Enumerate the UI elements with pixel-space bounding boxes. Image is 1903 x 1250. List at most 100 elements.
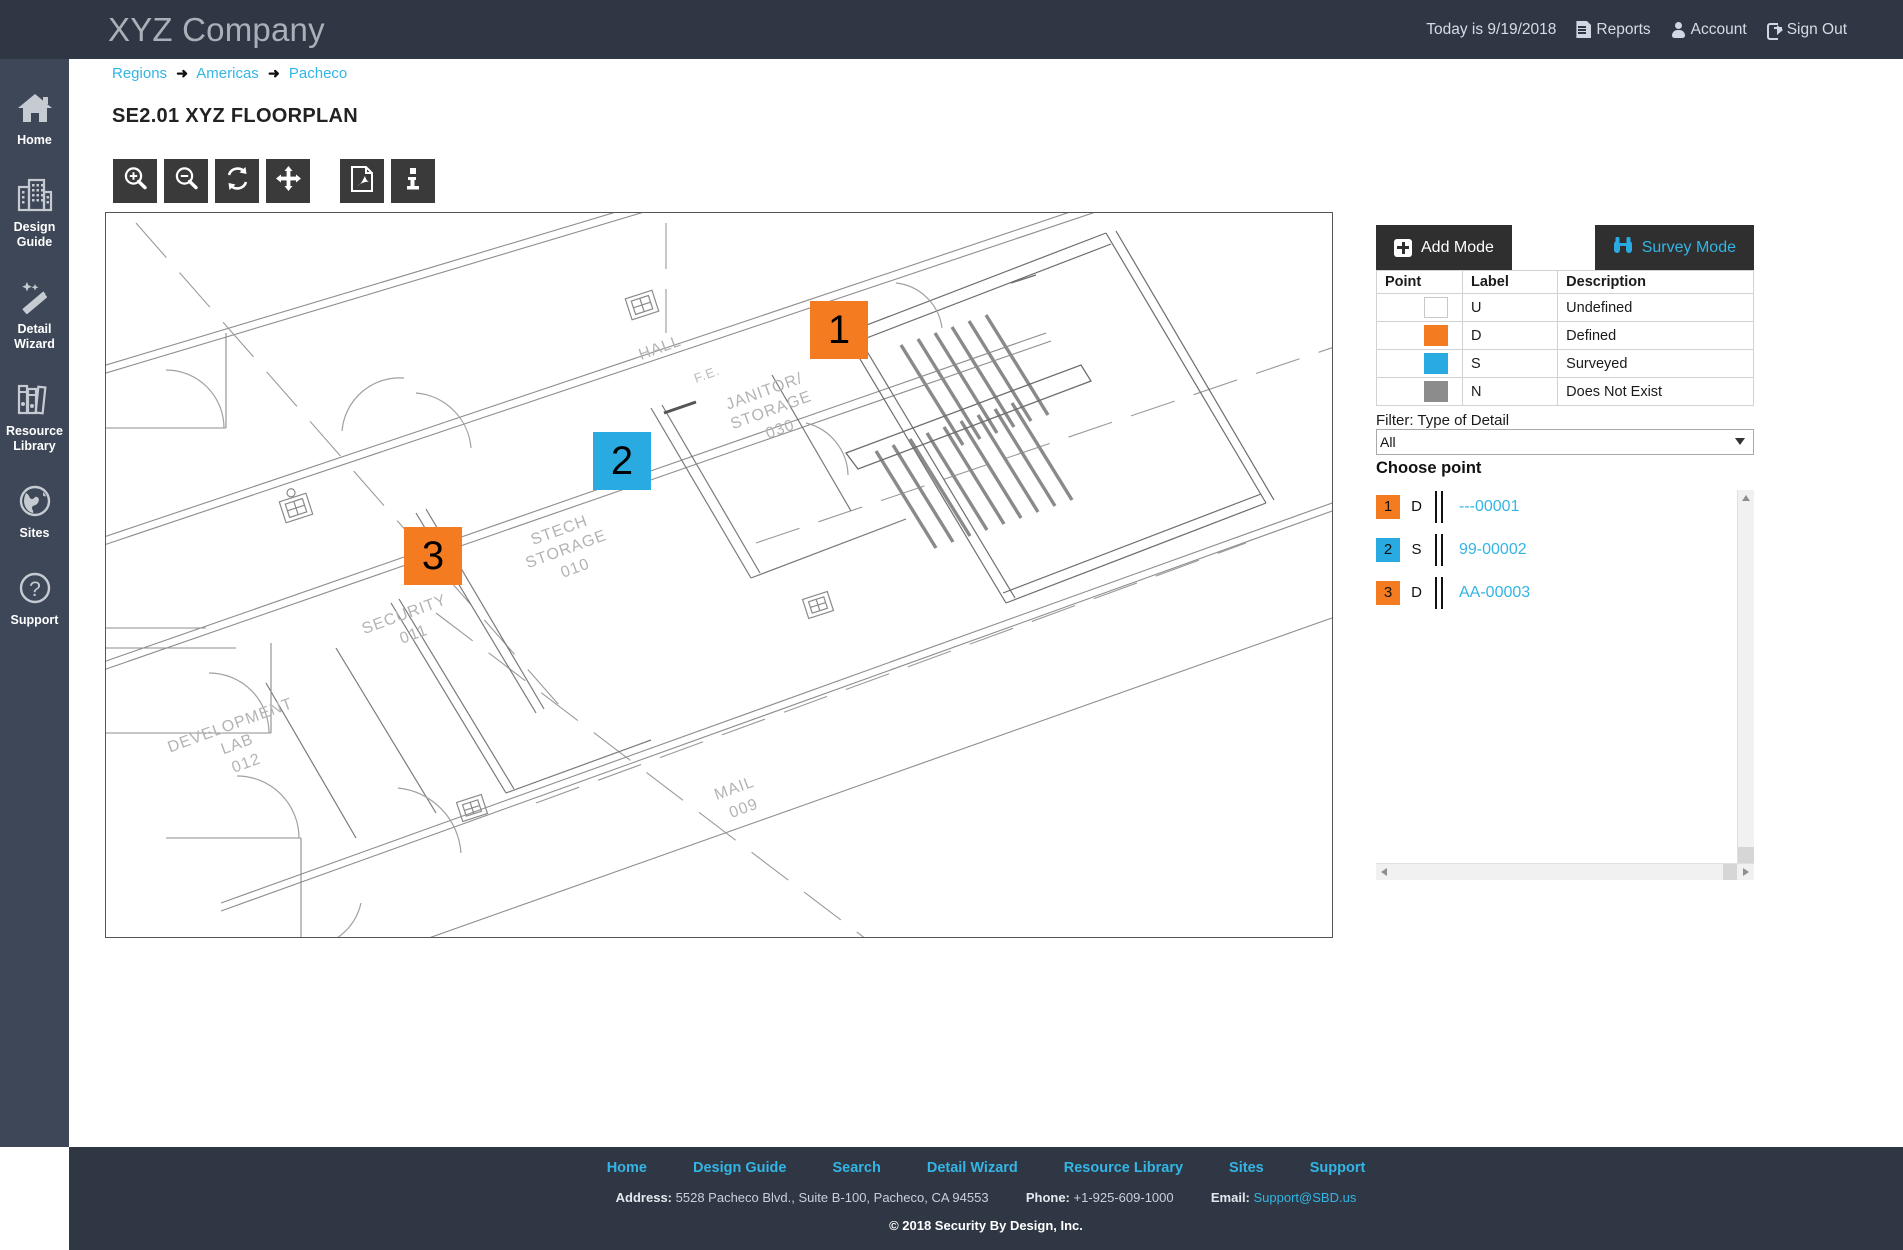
left-sidebar: Home Design Guide Detail Wizard Resource… <box>0 59 69 1147</box>
pan-move-button[interactable] <box>266 159 310 203</box>
breadcrumb-arrow-icon: ➜ <box>176 65 188 81</box>
list-item[interactable]: 1 D ---00001 <box>1376 490 1754 523</box>
footer-link-resource-library[interactable]: Resource Library <box>1064 1160 1183 1176</box>
sign-out-icon <box>1766 21 1783 40</box>
point-badge-1: 1 <box>1376 494 1400 519</box>
add-mode-button[interactable]: Add Mode <box>1376 225 1512 270</box>
footer-email-link[interactable]: Support@SBD.us <box>1254 1190 1357 1205</box>
sign-out-link[interactable]: Sign Out <box>1766 21 1847 40</box>
sidebar-label-resource-library: Resource Library <box>6 424 63 453</box>
point-legend-table: Point Label Description U Undefined D De… <box>1376 270 1754 406</box>
footer-link-design-guide[interactable]: Design Guide <box>693 1160 786 1176</box>
sidebar-item-design-guide[interactable]: Design Guide <box>0 178 69 250</box>
building-icon <box>16 178 54 216</box>
floorplan-canvas[interactable]: HALL F.E. JANITOR/ STORAGE 030 STECH STO… <box>105 212 1333 938</box>
point-list[interactable]: 1 D ---00001 2 S 99-00002 3 D AA-00003 <box>1376 490 1754 880</box>
legend-label-s: S <box>1461 349 1559 378</box>
footer-link-home[interactable]: Home <box>607 1160 647 1176</box>
room-number-011: 011 <box>398 622 431 648</box>
legend-description-n: Does Not Exist <box>1557 377 1754 406</box>
mode-buttons: Add Mode Survey Mode <box>1376 225 1754 270</box>
footer-link-support[interactable]: Support <box>1310 1160 1366 1176</box>
sidebar-item-support[interactable]: ? Support <box>0 571 69 628</box>
filter-type-of-detail-select[interactable]: All <box>1376 429 1754 455</box>
room-label-hall: HALL <box>637 333 684 364</box>
list-item[interactable]: 3 D AA-00003 <box>1376 576 1754 609</box>
books-icon <box>16 382 54 420</box>
room-number-009: 009 <box>727 796 761 822</box>
move-icon <box>275 165 302 197</box>
footer-link-search[interactable]: Search <box>832 1160 880 1176</box>
breadcrumb-item-pacheco[interactable]: Pacheco <box>289 65 347 82</box>
survey-mode-button[interactable]: Survey Mode <box>1594 225 1754 270</box>
survey-mode-label: Survey Mode <box>1641 238 1736 256</box>
swatch-defined <box>1424 325 1448 346</box>
zoom-out-button[interactable] <box>164 159 208 203</box>
sidebar-item-resource-library[interactable]: Resource Library <box>0 382 69 454</box>
document-icon <box>1576 21 1592 38</box>
point-badge-3: 3 <box>1376 580 1400 605</box>
home-icon <box>16 91 54 129</box>
point-list-horizontal-scrollbar[interactable] <box>1376 863 1754 880</box>
floorplan-marker-2[interactable]: 2 <box>593 432 651 490</box>
footer-phone-label: Phone: <box>1025 1190 1070 1205</box>
legend-swatch-cell <box>1376 321 1463 350</box>
legend-header-description: Description <box>1557 270 1754 294</box>
floorplan-toolbar <box>113 159 442 203</box>
legend-description-s: Surveyed <box>1557 349 1754 378</box>
breadcrumb-item-americas[interactable]: Americas <box>196 65 259 82</box>
add-mode-label: Add Mode <box>1421 238 1494 256</box>
zoom-out-icon <box>173 165 200 197</box>
point-divider-icon <box>1433 576 1447 609</box>
footer-link-detail-wizard[interactable]: Detail Wizard <box>927 1160 1018 1176</box>
floorplan-marker-1[interactable]: 1 <box>810 301 868 359</box>
point-link-1[interactable]: ---00001 <box>1459 498 1519 516</box>
sidebar-item-home[interactable]: Home <box>0 91 69 148</box>
scroll-right-icon[interactable] <box>1743 868 1749 876</box>
sidebar-item-detail-wizard[interactable]: Detail Wizard <box>0 280 69 352</box>
legend-header-point: Point <box>1376 270 1463 294</box>
top-header-bar: XYZ Company Today is 9/19/2018 Reports A… <box>0 0 1903 59</box>
footer-phone-value: +1-925-609-1000 <box>1073 1190 1174 1205</box>
pdf-icon <box>349 165 375 198</box>
legend-swatch-cell <box>1376 293 1463 322</box>
legend-swatch-cell <box>1376 349 1463 378</box>
sidebar-label-design-guide: Design Guide <box>13 220 56 249</box>
horizontal-scroll-thumb[interactable] <box>1723 864 1737 880</box>
sidebar-item-sites[interactable]: Sites <box>0 484 69 541</box>
vertical-scroll-thumb[interactable] <box>1738 847 1754 863</box>
reports-label: Reports <box>1596 20 1651 38</box>
scroll-up-icon[interactable] <box>1742 495 1750 501</box>
zoom-in-button[interactable] <box>113 159 157 203</box>
filter-select-wrapper: All <box>1376 429 1754 455</box>
page-footer: Home Design Guide Search Detail Wizard R… <box>69 1147 1903 1250</box>
info-button[interactable] <box>391 159 435 203</box>
refresh-button[interactable] <box>215 159 259 203</box>
floorplan-drawing: HALL F.E. JANITOR/ STORAGE 030 STECH STO… <box>106 213 1332 937</box>
main-content: Regions ➜ Americas ➜ Pacheco SE2.01 XYZ … <box>69 59 1903 1147</box>
export-pdf-button[interactable] <box>340 159 384 203</box>
zoom-in-icon <box>122 165 149 197</box>
floorplan-marker-3[interactable]: 3 <box>404 527 462 585</box>
point-link-3[interactable]: AA-00003 <box>1459 584 1530 602</box>
refresh-icon <box>224 165 251 197</box>
reports-link[interactable]: Reports <box>1576 20 1651 39</box>
point-badge-2: 2 <box>1376 537 1400 562</box>
breadcrumb-item-regions[interactable]: Regions <box>112 65 167 82</box>
legend-description-d: Defined <box>1557 321 1754 350</box>
point-list-vertical-scrollbar[interactable] <box>1737 490 1754 863</box>
swatch-surveyed <box>1424 353 1448 374</box>
filter-label: Filter: Type of Detail <box>1376 412 1510 429</box>
sidebar-label-home: Home <box>17 133 52 147</box>
scroll-left-icon[interactable] <box>1381 868 1387 876</box>
footer-address-value: 5528 Pacheco Blvd., Suite B-100, Pacheco… <box>675 1190 989 1205</box>
right-panel: Add Mode Survey Mode Point Label Descrip… <box>1376 225 1754 880</box>
footer-link-sites[interactable]: Sites <box>1229 1160 1264 1176</box>
legend-label-n: N <box>1461 377 1559 406</box>
list-item[interactable]: 2 S 99-00002 <box>1376 533 1754 566</box>
point-link-2[interactable]: 99-00002 <box>1459 541 1527 559</box>
legend-label-d: D <box>1461 321 1559 350</box>
today-date-label: Today is 9/19/2018 <box>1426 20 1557 38</box>
account-link[interactable]: Account <box>1671 21 1747 39</box>
point-type-2: S <box>1411 541 1422 558</box>
